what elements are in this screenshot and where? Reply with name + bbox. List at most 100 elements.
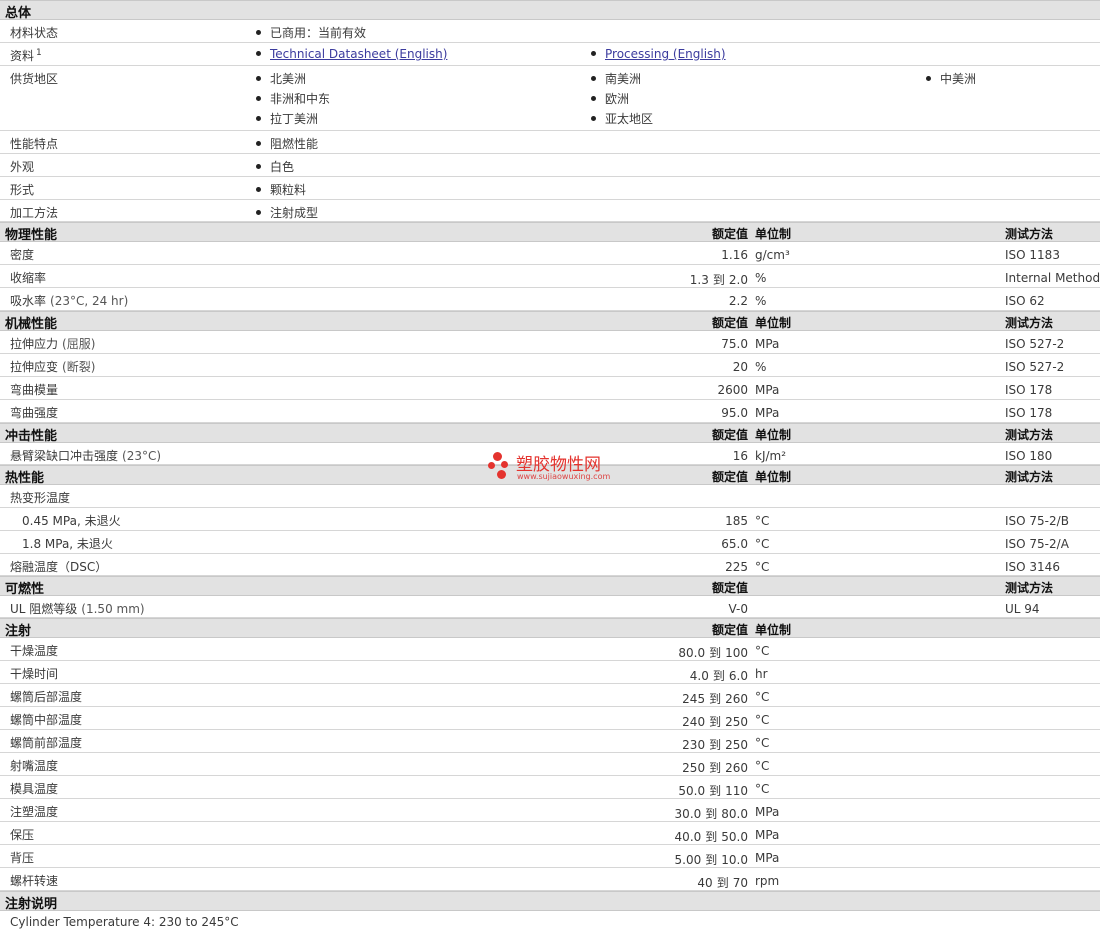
row-method: ISO 178	[1005, 383, 1053, 397]
row-tensile-strain: 拉伸应变 (断裂) 20 % ISO 527-2	[0, 354, 1100, 377]
row-injection-param: 螺筒后部温度 245 到 260 °C	[0, 684, 1100, 707]
row-value: 20	[732, 360, 748, 374]
col-header-method: 测试方法	[1005, 227, 1054, 241]
row-label: 供货地区	[10, 72, 59, 86]
watermark-dot	[501, 461, 508, 468]
row-label: 模具温度	[10, 782, 59, 796]
region-item: 南美洲	[591, 70, 641, 87]
col-header-method: 测试方法	[1005, 316, 1054, 330]
section-physical-header: 物理性能 额定值 单位制 测试方法	[0, 222, 1100, 243]
watermark-dot	[493, 452, 502, 461]
row-value: 80.0 到 100	[678, 646, 748, 660]
watermark-dot	[497, 470, 506, 479]
row-injection-param: 螺杆转速 40 到 70 rpm	[0, 868, 1100, 891]
col-header-unit: 单位制	[755, 227, 792, 241]
row-label: 资料 1	[10, 48, 42, 63]
row-label: 射嘴温度	[10, 759, 59, 773]
row-label: 螺筒前部温度	[10, 736, 83, 750]
row-injection-param: 干燥时间 4.0 到 6.0 hr	[0, 661, 1100, 684]
col-header-value: 额定值	[711, 623, 748, 637]
row-value: 95.0	[721, 406, 748, 420]
row-value: 30.0 到 80.0	[674, 807, 748, 821]
col-header-unit: 单位制	[755, 428, 792, 442]
note-text: Cylinder Temperature 4: 230 to 245°C	[10, 915, 239, 929]
row-label: 弯曲强度	[10, 406, 59, 420]
row-value: 50.0 到 110	[678, 784, 748, 798]
row-label: 加工方法	[10, 206, 59, 220]
col-header-value: 额定值	[711, 581, 748, 595]
region-item: 非洲和中东	[256, 90, 330, 107]
col-header-unit: 单位制	[755, 316, 792, 330]
section-title: 机械性能	[5, 317, 58, 332]
row-value: 185	[725, 514, 748, 528]
section-title: 可燃性	[5, 582, 45, 597]
row-method: ISO 75-2/B	[1005, 514, 1069, 528]
bullet-icon	[591, 51, 596, 56]
status-value: 已商用：当前有效	[256, 24, 366, 41]
row-hdt-045: 0.45 MPa, 未退火 185 °C ISO 75-2/B	[0, 508, 1100, 531]
row-method: ISO 527-2	[1005, 360, 1065, 374]
row-value: 40.0 到 50.0	[674, 830, 748, 844]
row-unit: MPa	[755, 337, 780, 351]
row-label: 材料状态	[10, 26, 59, 40]
region-item: 欧洲	[591, 90, 629, 107]
row-label: 0.45 MPa, 未退火	[22, 514, 121, 528]
row-label: 热变形温度	[10, 491, 71, 505]
row-unit: °C	[755, 537, 770, 551]
row-unit: %	[755, 271, 767, 285]
row-unit: °C	[755, 736, 770, 750]
row-unit: MPa	[755, 805, 780, 819]
row-label: 密度	[10, 248, 35, 262]
row-method: Internal Method	[1005, 271, 1100, 285]
row-ul-rating: UL 阻燃等级 (1.50 mm) V-0 UL 94	[0, 596, 1100, 618]
row-label: 1.8 MPa, 未退火	[22, 537, 113, 551]
row-injection-note: Cylinder Temperature 4: 230 to 245°C	[0, 911, 1100, 934]
injection-rows: 干燥温度 80.0 到 100 °C 干燥时间 4.0 到 6.0 hr 螺筒后部温度 245 到 260…	[0, 638, 1100, 891]
row-appearance: 外观 白色	[0, 154, 1100, 177]
processing-link[interactable]: Processing (English)	[605, 47, 726, 61]
appearance-value: 白色	[256, 158, 294, 175]
region-item: 中美洲	[926, 70, 976, 87]
row-value: V-0	[728, 602, 748, 616]
row-processing-method: 加工方法 注射成型	[0, 200, 1100, 222]
processing-link-item: Processing (English)	[591, 47, 726, 61]
region-item: 亚太地区	[591, 110, 653, 127]
row-label: 外观	[10, 160, 35, 174]
row-injection-param: 注塑温度 30.0 到 80.0 MPa	[0, 799, 1100, 822]
row-value: 1.3 到 2.0	[689, 273, 748, 287]
row-label: 背压	[10, 851, 35, 865]
row-label: 螺筒后部温度	[10, 690, 83, 704]
row-unit: MPa	[755, 828, 780, 842]
bullet-icon	[256, 141, 261, 146]
row-label: 形式	[10, 183, 35, 197]
row-unit: °C	[755, 690, 770, 704]
row-flexural-strength: 弯曲强度 95.0 MPa ISO 178	[0, 400, 1100, 423]
region-item: 北美洲	[256, 70, 306, 87]
row-unit: hr	[755, 667, 768, 681]
row-unit: °C	[755, 782, 770, 796]
col-header-value: 额定值	[711, 227, 748, 241]
row-method: ISO 62	[1005, 294, 1045, 308]
row-injection-param: 模具温度 50.0 到 110 °C	[0, 776, 1100, 799]
section-title: 总体	[5, 6, 32, 21]
row-flexural-modulus: 弯曲模量 2600 MPa ISO 178	[0, 377, 1100, 400]
row-unit: g/cm³	[755, 248, 790, 262]
row-label: 拉伸应变 (断裂)	[10, 360, 96, 374]
row-unit: rpm	[755, 874, 780, 888]
form-value: 颗粒料	[256, 181, 306, 198]
technical-datasheet-link[interactable]: Technical Datasheet (English)	[270, 47, 447, 61]
bullet-icon	[256, 30, 261, 35]
bullet-icon	[591, 116, 596, 121]
row-unit: °C	[755, 560, 770, 574]
row-method: ISO 3146	[1005, 560, 1060, 574]
bullet-icon	[926, 76, 931, 81]
row-value: 230 到 250	[682, 738, 748, 752]
bullet-icon	[256, 96, 261, 101]
row-method: ISO 75-2/A	[1005, 537, 1069, 551]
row-value: 40 到 70	[697, 876, 748, 890]
row-label: 性能特点	[10, 137, 59, 151]
row-unit: °C	[755, 713, 770, 727]
row-method: ISO 527-2	[1005, 337, 1065, 351]
row-injection-param: 螺筒中部温度 240 到 250 °C	[0, 707, 1100, 730]
row-tensile-stress: 拉伸应力 (屈服) 75.0 MPa ISO 527-2	[0, 331, 1100, 354]
